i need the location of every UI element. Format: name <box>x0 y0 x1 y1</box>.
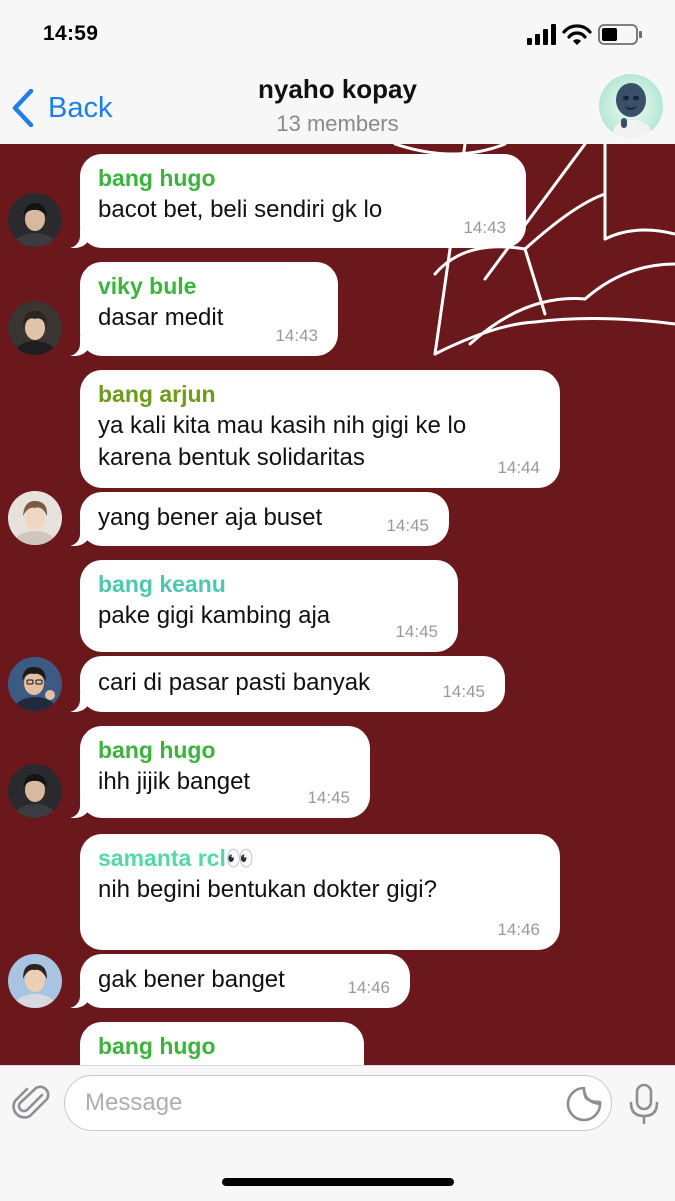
signal-icon <box>527 24 556 45</box>
wifi-icon <box>562 24 592 45</box>
chat-title[interactable]: nyaho kopay <box>0 74 675 105</box>
sticker-button[interactable] <box>566 1086 602 1127</box>
message-input[interactable] <box>64 1075 612 1131</box>
status-time: 14:59 <box>43 22 99 45</box>
message-time: 14:45 <box>386 516 429 535</box>
battery-icon <box>598 24 642 45</box>
message-text: gak bener banget <box>98 966 285 993</box>
status-bar: 14:59 <box>0 0 675 68</box>
message-text: nih begini bentukan dokter gigi? <box>98 876 437 903</box>
status-icons <box>527 22 647 48</box>
avatar-viky[interactable] <box>8 301 62 355</box>
home-indicator <box>222 1178 454 1186</box>
message-bubble[interactable]: yang bener aja buset 14:45 <box>60 492 449 546</box>
message-text: pake gigi kambing aja <box>98 602 331 629</box>
attach-button[interactable] <box>12 1083 52 1128</box>
message-bubble[interactable]: bang hugo <box>80 1022 364 1065</box>
message-time: 14:43 <box>463 218 506 237</box>
message-sender: bang arjun <box>98 381 216 407</box>
message-text: karena bentuk solidaritas <box>98 444 365 471</box>
message-time: 14:45 <box>307 788 350 807</box>
message-input-bar <box>0 1065 675 1201</box>
message-bubble[interactable]: bang keanu pake gigi kambing aja 14:45 <box>80 560 458 652</box>
message-bubble[interactable]: viky bule dasar medit 14:43 <box>60 262 338 356</box>
message-text: cari di pasar pasti banyak <box>98 669 371 696</box>
group-avatar[interactable] <box>599 74 663 138</box>
message-time: 14:46 <box>497 920 540 939</box>
message-time: 14:46 <box>347 978 390 997</box>
message-bubble[interactable]: gak bener banget 14:46 <box>60 954 410 1008</box>
chat-header: Back nyaho kopay 13 members <box>0 68 675 144</box>
message-bubble[interactable]: bang hugo bacot bet, beli sendiri gk lo … <box>60 154 526 248</box>
message-bubble[interactable]: samanta rcl👀 nih begini bentukan dokter … <box>80 834 560 950</box>
avatar-arjun[interactable] <box>8 491 62 545</box>
message-bubble[interactable]: bang arjun ya kali kita mau kasih nih gi… <box>80 370 560 488</box>
message-sender: bang hugo <box>98 737 216 763</box>
message-text: ya kali kita mau kasih nih gigi ke lo <box>98 412 467 439</box>
message-time: 14:45 <box>395 622 438 641</box>
avatar-hugo[interactable] <box>8 193 62 247</box>
message-sender: bang keanu <box>98 571 226 597</box>
message-text: yang bener aja buset <box>98 504 323 531</box>
message-time: 14:43 <box>275 326 318 345</box>
avatar-keanu[interactable] <box>8 657 62 711</box>
message-time: 14:45 <box>442 682 485 701</box>
paperclip-icon <box>12 1085 50 1119</box>
message-sender: viky bule <box>98 273 197 299</box>
microphone-button[interactable] <box>626 1083 662 1130</box>
message-bubble[interactable]: cari di pasar pasti banyak 14:45 <box>60 656 505 712</box>
microphone-icon <box>629 1083 659 1125</box>
message-time: 14:44 <box>497 458 540 477</box>
message-sender: bang hugo <box>98 1033 216 1059</box>
avatar-hugo[interactable] <box>8 764 62 818</box>
message-text: bacot bet, beli sendiri gk lo <box>98 196 383 223</box>
member-count: 13 members <box>276 111 399 136</box>
sticker-icon <box>566 1086 602 1122</box>
message-sender: samanta rcl👀 <box>98 845 255 871</box>
message-bubble[interactable]: bang hugo ihh jijik banget 14:45 <box>60 726 370 818</box>
avatar-samanta[interactable] <box>8 954 62 1008</box>
chat-area[interactable]: bang hugo bacot bet, beli sendiri gk lo … <box>0 144 675 1065</box>
message-sender: bang hugo <box>98 165 216 191</box>
